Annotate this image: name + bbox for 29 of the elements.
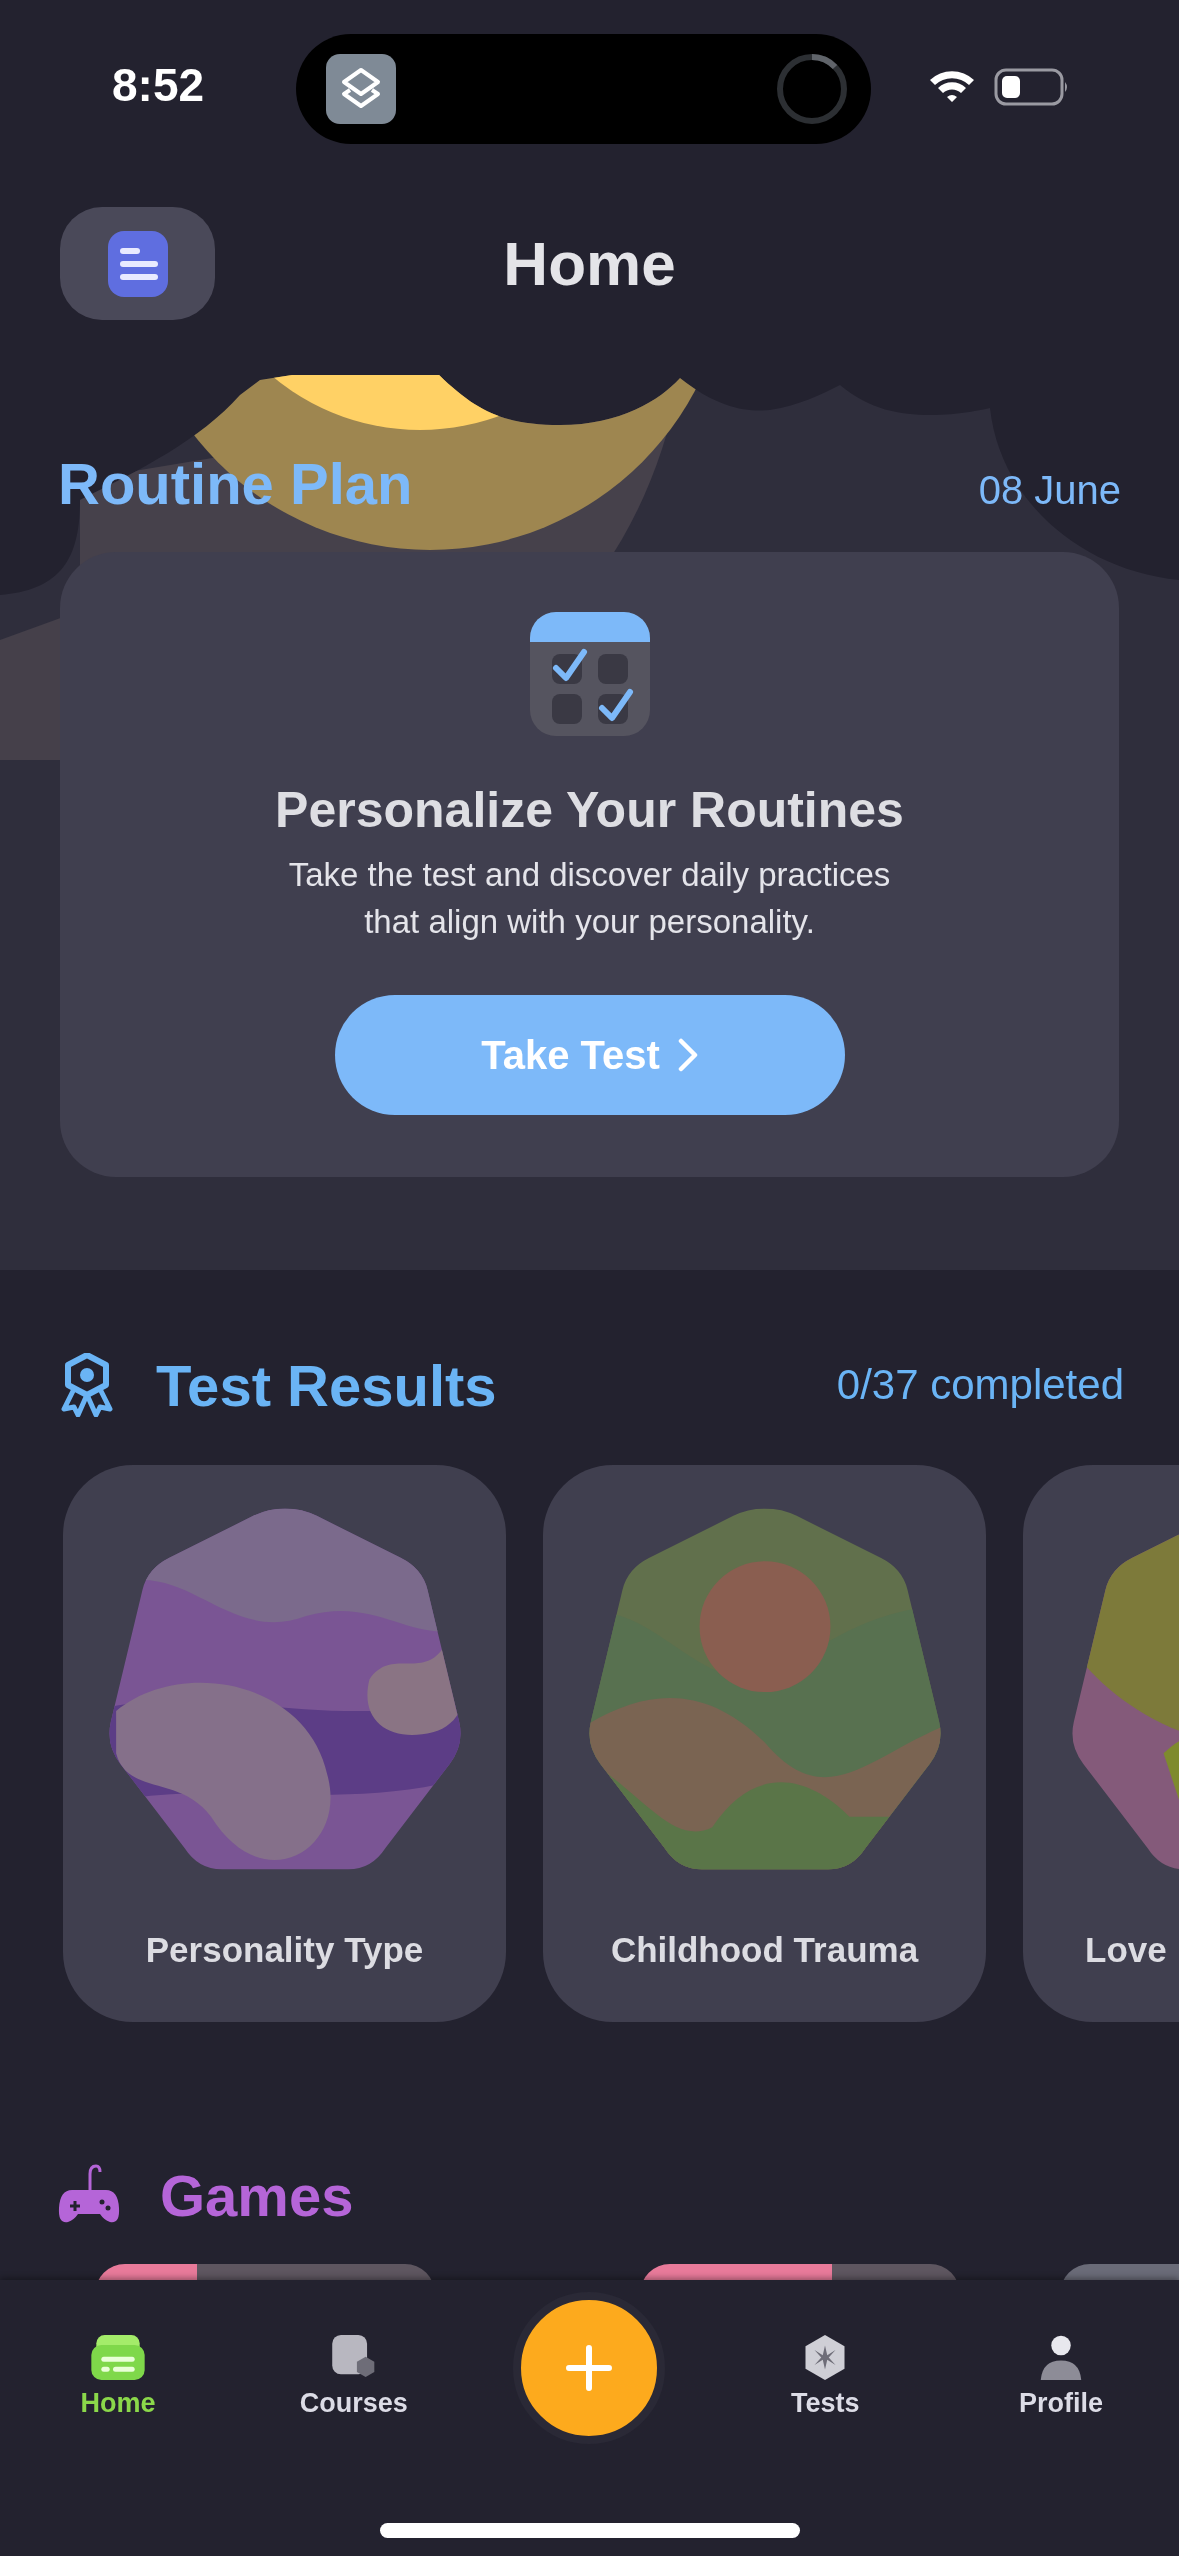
test-name: Love — [1085, 1930, 1167, 1970]
battery-icon — [994, 68, 1070, 106]
loading-ring-icon — [775, 52, 849, 126]
tab-item[interactable]: Home — [0, 2280, 236, 2420]
wifi-icon — [928, 68, 976, 104]
section-title: Test Results — [156, 1351, 498, 1419]
status-time: 8:52 — [112, 58, 206, 112]
chevron-right-icon — [677, 1038, 698, 1072]
test-name: Childhood Trauma — [610, 1930, 919, 1970]
layers-app-icon — [326, 54, 396, 124]
card-title: Personalize Your Routines — [275, 781, 904, 839]
tab-item[interactable]: Courses — [235, 2280, 472, 2420]
tab-item[interactable]: Tests — [707, 2280, 944, 2420]
menu-icon — [107, 230, 168, 297]
calendar-checklist-icon — [529, 612, 650, 736]
test-card[interactable]: Childhood Trauma — [543, 1465, 986, 2022]
card-description: Take the test and discover daily practices that align with your personality. — [287, 855, 892, 942]
section-title: Routine Plan — [58, 450, 413, 517]
menu-button[interactable] — [60, 207, 215, 320]
plus-icon — [566, 2345, 613, 2391]
date-label: 08 June — [978, 468, 1121, 513]
award-ribbon-icon — [58, 1353, 116, 1417]
test-name: Personality Type — [145, 1930, 424, 1970]
page-title: Home — [503, 228, 676, 299]
test-card[interactable]: Personality Type — [63, 1465, 506, 2022]
tab-item[interactable]: Profile — [943, 2280, 1179, 2420]
test-card[interactable]: Love — [1023, 1465, 1179, 2022]
section-title: Games — [160, 2161, 354, 2229]
progress-label: 0/37 completed — [836, 1361, 1124, 1409]
